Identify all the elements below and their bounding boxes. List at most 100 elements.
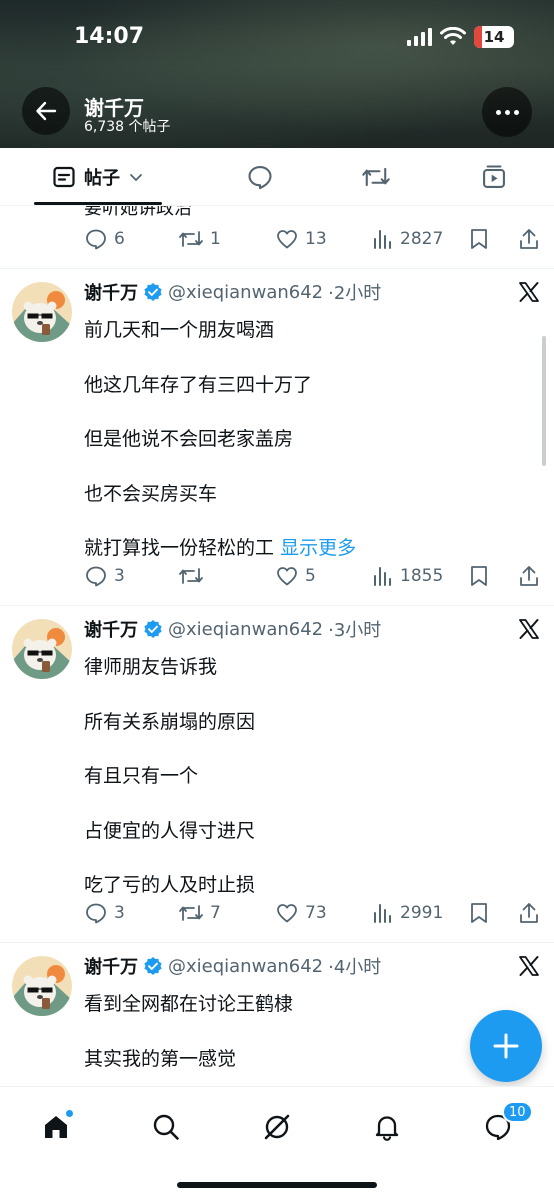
avatar[interactable] — [12, 282, 72, 342]
post-time: ·3小时 — [328, 620, 382, 641]
share-button[interactable] — [518, 227, 540, 251]
post-text-line: 所有关系崩塌的原因 — [84, 711, 256, 733]
post-text-line: 要听她讲政治 — [84, 206, 192, 219]
back-button[interactable] — [22, 87, 70, 135]
avatar[interactable] — [12, 956, 72, 1016]
share-button[interactable] — [518, 901, 540, 925]
post-text-line: 占便宜的人得寸进尺 — [84, 820, 256, 842]
post-card[interactable]: 谢千万 @xieqianwan642 ·2小时 前几天和一个朋友喝酒 他这几年存… — [0, 269, 554, 605]
repost-button[interactable] — [178, 564, 210, 588]
verified-badge-icon — [144, 620, 162, 638]
like-count: 73 — [305, 903, 327, 923]
author-handle[interactable]: @xieqianwan642 — [168, 956, 323, 977]
like-button[interactable]: 73 — [275, 901, 327, 925]
tab-media[interactable] — [464, 148, 524, 206]
wifi-icon — [440, 27, 466, 45]
tab-posts[interactable]: 帖子 — [34, 148, 162, 206]
repost-button[interactable]: 7 — [178, 901, 221, 925]
reply-button[interactable]: 6 — [84, 227, 125, 251]
reply-icon — [86, 566, 106, 587]
reply-button[interactable]: 3 — [84, 564, 125, 588]
search-icon — [153, 1114, 179, 1140]
analytics-icon — [374, 567, 391, 586]
view-count: 2991 — [400, 903, 444, 923]
analytics-icon — [374, 230, 391, 249]
chevron-down-icon — [130, 174, 142, 181]
post-actions: 6 1 13 2827 — [84, 224, 544, 254]
post-time: ·2小时 — [328, 283, 382, 304]
reply-count: 6 — [114, 229, 125, 249]
x-logo-icon — [519, 282, 539, 302]
view-count: 1855 — [400, 566, 444, 586]
post-text-fragment: 就打算找一份轻松的工 — [84, 537, 275, 559]
repost-button[interactable]: 1 — [178, 227, 221, 251]
share-button[interactable] — [518, 564, 540, 588]
verified-badge-icon — [144, 283, 162, 301]
bookmark-icon — [471, 566, 487, 586]
compose-button[interactable] — [470, 1010, 542, 1082]
posts-icon — [53, 166, 75, 188]
bookmark-button[interactable] — [468, 901, 490, 925]
nav-grok[interactable] — [257, 1107, 297, 1147]
nav-messages[interactable]: 10 — [478, 1101, 533, 1147]
more-options-button[interactable] — [482, 87, 532, 137]
like-count: 13 — [305, 229, 327, 249]
views-button[interactable]: 2827 — [372, 228, 443, 250]
messages-badge: 10 — [502, 1101, 533, 1123]
share-icon — [520, 903, 538, 923]
bear-avatar-icon — [12, 956, 72, 1016]
status-icons: 14 — [407, 26, 514, 48]
post-text-line: 有且只有一个 — [84, 765, 199, 787]
share-icon — [520, 566, 538, 586]
post-card[interactable]: 谢千万 @xieqianwan642 ·4小时 看到全网都在讨论王鹤棣 其实我的… — [0, 943, 554, 1086]
author-handle[interactable]: @xieqianwan642 — [168, 282, 323, 303]
tab-reposts[interactable] — [346, 148, 406, 206]
post-text-line: 吃了亏的人及时止损 — [84, 874, 256, 896]
tab-replies[interactable] — [230, 148, 290, 206]
like-button[interactable]: 13 — [275, 227, 327, 251]
bookmark-button[interactable] — [468, 227, 490, 251]
post-count: 6,738 个帖子 — [84, 119, 171, 135]
nav-search[interactable] — [146, 1107, 186, 1147]
avatar[interactable] — [12, 619, 72, 679]
notification-dot — [65, 1109, 74, 1118]
reply-icon — [86, 229, 106, 250]
heart-icon — [277, 904, 297, 923]
show-more-link[interactable]: 显示更多 — [280, 537, 356, 559]
heart-icon — [277, 567, 297, 586]
home-indicator — [177, 1182, 377, 1188]
plus-icon — [493, 1033, 519, 1059]
post-text-line: 但是他说不会回老家盖房 — [84, 428, 294, 450]
like-count: 5 — [305, 566, 316, 586]
grok-icon — [264, 1114, 290, 1140]
author-name[interactable]: 谢千万 — [84, 953, 138, 979]
battery-icon: 14 — [474, 26, 514, 48]
reply-button[interactable]: 3 — [84, 901, 125, 925]
author-name[interactable]: 谢千万 — [84, 616, 138, 642]
reply-count: 3 — [114, 903, 125, 923]
battery-level: 14 — [483, 28, 505, 46]
nav-notifications[interactable] — [367, 1107, 407, 1147]
status-time: 14:07 — [74, 24, 145, 49]
repost-icon — [179, 231, 203, 247]
repost-count: 1 — [210, 229, 221, 249]
post-header: 谢千万 @xieqianwan642 ·4小时 — [84, 953, 381, 979]
post-header: 谢千万 @xieqianwan642 ·2小时 — [84, 279, 381, 305]
views-button[interactable]: 1855 — [372, 565, 443, 587]
author-handle[interactable]: @xieqianwan642 — [168, 619, 323, 640]
post-text-line: 他这几年存了有三四十万了 — [84, 374, 313, 396]
nav-home[interactable] — [36, 1107, 76, 1147]
author-name[interactable]: 谢千万 — [84, 279, 138, 305]
reply-count: 3 — [114, 566, 125, 586]
views-button[interactable]: 2991 — [372, 902, 443, 924]
bookmark-button[interactable] — [468, 564, 490, 588]
post-feed: 要听她讲政治 6 1 13 2827 谢千万 @xieqianwan642 ·2… — [0, 206, 554, 1086]
post-card[interactable]: 谢千万 @xieqianwan642 ·3小时 律师朋友告诉我 所有关系崩塌的原… — [0, 606, 554, 942]
active-tab-indicator — [34, 202, 162, 205]
like-button[interactable]: 5 — [275, 564, 316, 588]
scrollbar[interactable] — [542, 336, 546, 466]
arrow-left-icon — [36, 101, 57, 121]
verified-badge-icon — [144, 957, 162, 975]
reply-icon — [248, 166, 272, 190]
repost-count: 7 — [210, 903, 221, 923]
